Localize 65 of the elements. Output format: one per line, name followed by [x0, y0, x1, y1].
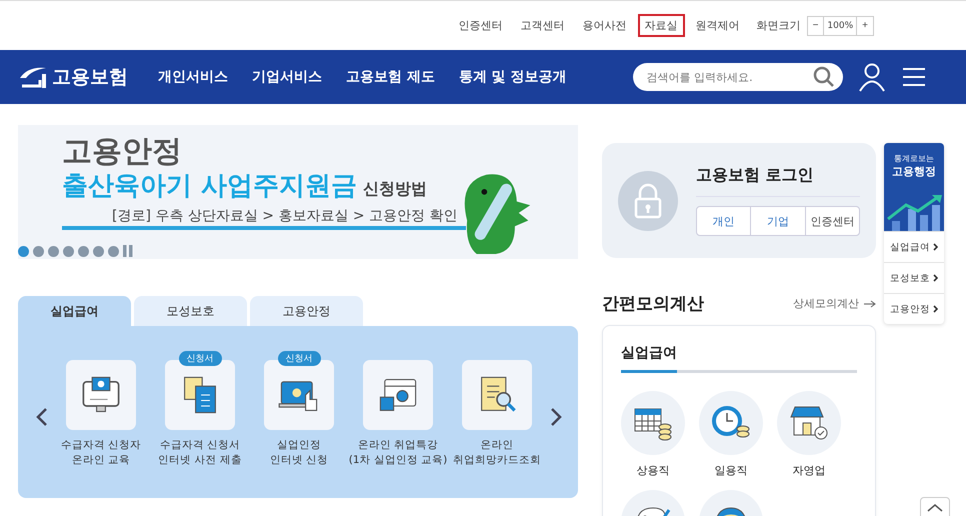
- application-badge: 신청서: [278, 351, 320, 366]
- banner[interactable]: 고용안정 출산육아기 사업주지원금 신청방법 [경로] 우측 상단자료실 > 홍보자료실 > 고용안정 확인: [18, 125, 578, 259]
- statistics-subtitle: 통계로보는: [893, 153, 935, 164]
- utility-link[interactable]: 인증센터: [452, 14, 510, 37]
- login-type-button[interactable]: 개인: [697, 207, 750, 235]
- nav-menu-item[interactable]: 기업서비스: [252, 68, 322, 86]
- banner-subtitle: 신청방법: [363, 179, 428, 200]
- banner-headline: 출산육아기 사업주지원금: [62, 170, 358, 203]
- service-label[interactable]: 수급자격 신청자 온라인 교육: [60, 438, 142, 468]
- service-label[interactable]: 실업인정 인터넷 신청: [270, 438, 328, 468]
- detail-calculation-link[interactable]: 상세모의계산: [793, 296, 859, 311]
- login-title: 고용보험 로그인: [696, 165, 860, 197]
- slide-indicator[interactable]: [108, 246, 119, 256]
- nav-menu-item[interactable]: 통계 및 정보공개: [458, 68, 567, 86]
- right-arrow-icon[interactable]: [864, 300, 876, 308]
- search-icon[interactable]: [812, 66, 835, 88]
- banner-path-text: [경로] 우측 상단자료실 > 홍보자료실 > 고용안정 확인: [62, 207, 466, 230]
- service-tile[interactable]: [363, 360, 433, 430]
- service-label[interactable]: 온라인 취업특강 (1차 실업인정 교육): [348, 438, 448, 468]
- slide-indicator[interactable]: [93, 246, 104, 256]
- side-link[interactable]: 실업급여: [890, 240, 930, 254]
- rising-chart-icon: [884, 195, 944, 231]
- service-tile[interactable]: [66, 360, 136, 430]
- calculator-option-label[interactable]: 일용직: [714, 463, 748, 478]
- chevron-right-icon: [933, 305, 938, 313]
- search-field[interactable]: 검색어를 입력하세요.: [632, 63, 843, 91]
- application-badge: 신청서: [178, 351, 222, 366]
- service-tile[interactable]: [462, 360, 532, 430]
- side-link[interactable]: 고용안정: [890, 302, 930, 316]
- pause-icon[interactable]: [123, 245, 133, 257]
- utility-link[interactable]: 원격제어: [688, 14, 747, 37]
- slide-indicator[interactable]: [78, 246, 89, 256]
- chevron-right-icon: [933, 243, 938, 251]
- login-type-button[interactable]: 인증센터: [804, 207, 859, 235]
- utility-link[interactable]: 용어사전: [576, 14, 634, 37]
- slide-indicator[interactable]: [33, 246, 44, 256]
- service-tab[interactable]: 모성보호: [134, 296, 247, 326]
- service-tab[interactable]: 고용안정: [250, 296, 363, 326]
- service-label[interactable]: 온라인 취업희망카드조회: [453, 438, 541, 468]
- user-icon[interactable]: [858, 62, 885, 92]
- slide-indicator[interactable]: [48, 246, 59, 256]
- banner-title: 고용안정: [62, 135, 183, 169]
- statistics-title: 고용행정: [891, 164, 937, 179]
- statistics-banner[interactable]: 통계로보는 고용행정: [884, 143, 944, 231]
- side-link[interactable]: 모성보호: [890, 272, 930, 284]
- menu-icon[interactable]: [902, 67, 925, 87]
- calculator-title: 간편모의계산: [602, 293, 704, 315]
- calculator-tab[interactable]: 실업급여: [621, 344, 857, 362]
- utility-link[interactable]: 자료실: [638, 14, 685, 37]
- chevron-right-icon: [933, 274, 938, 282]
- store-icon: [789, 405, 829, 441]
- slide-indicator[interactable]: [18, 246, 29, 256]
- caret-up-icon: [927, 504, 943, 512]
- service-label[interactable]: 수급자격 신청서 인터넷 사전 제출: [158, 438, 242, 468]
- utility-link[interactable]: 고객센터: [514, 14, 572, 37]
- slide-indicator[interactable]: [63, 246, 74, 256]
- calculator-option-label[interactable]: 상용직: [636, 463, 670, 478]
- nav-menu-item[interactable]: 개인서비스: [158, 68, 228, 86]
- logo-text[interactable]: 고용보험: [52, 64, 128, 90]
- lock-icon: [633, 182, 663, 218]
- login-type-button[interactable]: 기업: [750, 207, 805, 235]
- service-tab[interactable]: 실업급여: [18, 296, 131, 326]
- calculator-option-label[interactable]: 자영업: [792, 463, 826, 478]
- nav-menu-item[interactable]: 고용보험 제도: [346, 68, 435, 86]
- zoom-label: 화면크기: [756, 18, 801, 33]
